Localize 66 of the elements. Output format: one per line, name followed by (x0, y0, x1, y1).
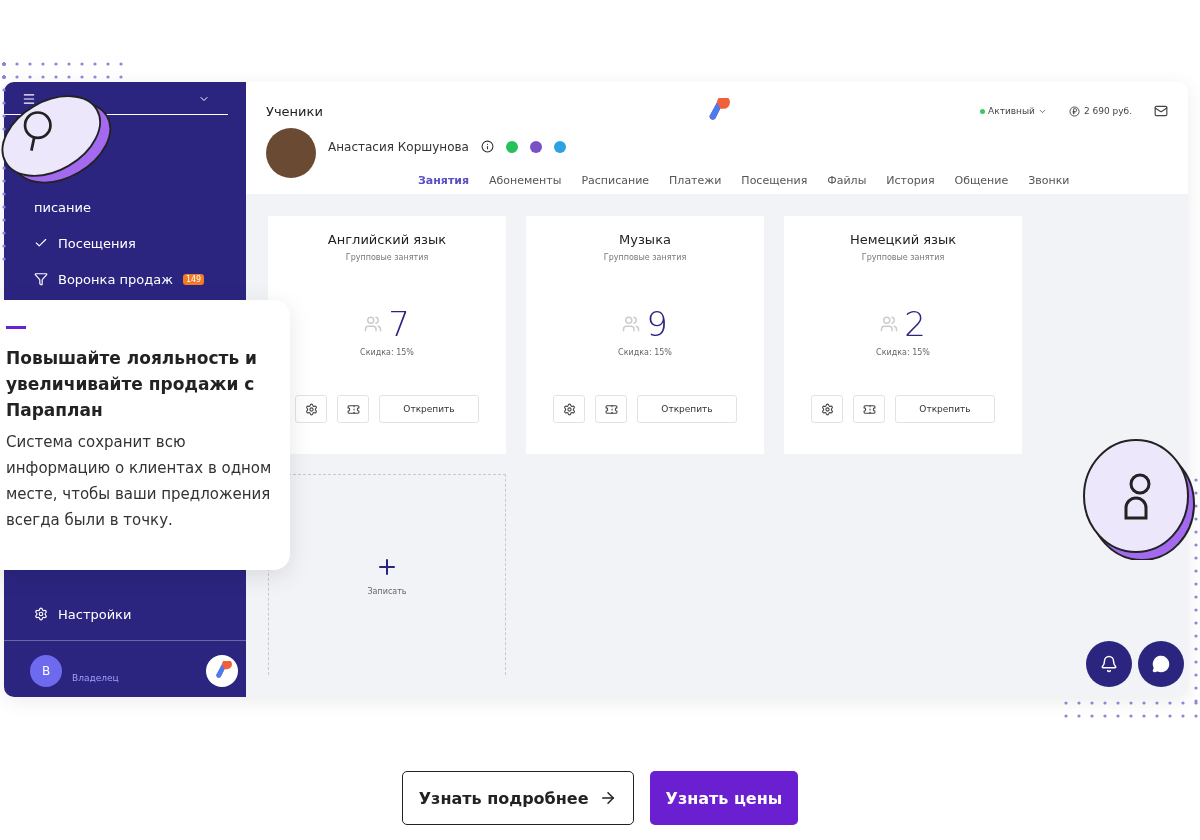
course-title: Музыка (619, 232, 671, 247)
user-avatar: В (30, 655, 62, 687)
chat-icon (1152, 655, 1170, 673)
student-count: 7 (388, 304, 410, 344)
tab[interactable]: Платежи (669, 174, 722, 187)
student-count: 2 (904, 304, 926, 344)
course-type: Групповые занятия (861, 253, 945, 262)
settings-icon (34, 607, 48, 621)
tab[interactable]: Посещения (741, 174, 808, 187)
check-icon (34, 236, 48, 250)
tab[interactable]: Абонементы (489, 174, 562, 187)
sidebar-item[interactable]: Воронка продаж 149 (34, 267, 205, 291)
funnel-icon (34, 272, 48, 286)
tab[interactable]: Файлы (827, 174, 867, 187)
menu-icon[interactable] (22, 92, 36, 106)
tab[interactable]: Расписание (581, 174, 650, 187)
unpin-button[interactable]: Открепить (637, 395, 737, 423)
course-type: Групповые занятия (603, 253, 687, 262)
bell-icon (1100, 655, 1118, 673)
sidebar-item[interactable]: Посещения (34, 231, 136, 255)
promo-title: Повышайте лояльность и увеличивайте продажи с Параплан (6, 347, 258, 422)
unpin-button[interactable]: Открепить (379, 395, 479, 423)
settings-button[interactable] (553, 395, 585, 423)
info-icon[interactable] (480, 140, 494, 153)
student-count: 9 (646, 304, 668, 344)
unpin-button[interactable]: Открепить (895, 395, 995, 423)
tab[interactable]: Занятия (418, 174, 470, 187)
settings-icon (304, 402, 318, 416)
count-badge: 149 (182, 273, 205, 285)
settings-item[interactable]: Настройки (34, 602, 132, 626)
add-label: Записать (367, 586, 407, 596)
status-dropdown[interactable]: Активный (980, 106, 1047, 116)
people-icon (880, 315, 899, 333)
status-dot (980, 108, 986, 114)
settings-icon (562, 402, 576, 416)
more-button[interactable]: Узнать подробнее (401, 771, 634, 825)
app-button[interactable] (206, 655, 238, 687)
tab[interactable]: Звонки (1028, 174, 1070, 187)
discount: Скидка: 15% (876, 348, 930, 357)
student-name: Анастасия Коршунова (328, 140, 469, 154)
settings-icon (820, 402, 834, 416)
tab[interactable]: История (886, 174, 935, 187)
course-type: Групповые занятия (345, 253, 429, 262)
user-role: Владелец (72, 673, 120, 683)
ticket-button[interactable] (337, 395, 369, 423)
balance: 2 690 руб. (1068, 105, 1132, 117)
mail-icon[interactable] (1154, 104, 1168, 118)
ticket-icon (346, 402, 360, 416)
course-title: Английский язык (327, 232, 447, 247)
ticket-button[interactable] (595, 395, 627, 423)
photo-placeholder (266, 128, 316, 178)
ticket-icon (604, 402, 618, 416)
discount: Скидка: 15% (360, 348, 414, 357)
people-icon (364, 315, 383, 333)
course-title: Немецкий язык (849, 232, 957, 247)
page-title: Ученики (266, 103, 324, 119)
ticket-icon (862, 402, 876, 416)
ticket-button[interactable] (853, 395, 885, 423)
tab[interactable]: Общение (954, 174, 1009, 187)
ruble-icon (1068, 105, 1080, 117)
sidebar-item[interactable]: писание (34, 195, 91, 219)
people-icon (622, 315, 641, 333)
discount: Скидка: 15% (618, 348, 672, 357)
settings-button[interactable] (295, 395, 327, 423)
prices-button[interactable]: Узнать цены (649, 771, 799, 825)
settings-button[interactable] (811, 395, 843, 423)
